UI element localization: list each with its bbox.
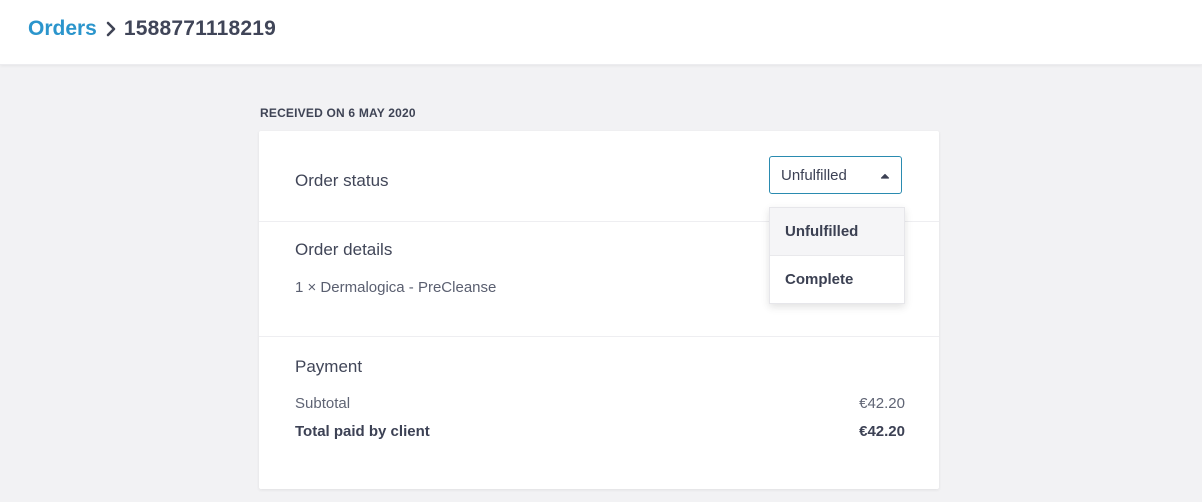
chevron-right-icon: [100, 17, 122, 41]
order-status-selected-value: Unfulfilled: [781, 166, 847, 184]
order-status-label: Order status: [295, 171, 389, 190]
top-bar: Orders 1588771118219: [0, 0, 1202, 65]
total-value: €42.20: [859, 423, 905, 440]
order-status-dropdown: Unfulfilled Complete: [769, 207, 905, 304]
total-label: Total paid by client: [295, 423, 430, 440]
breadcrumb-orders-link[interactable]: Orders: [28, 17, 97, 41]
payment-section: Payment Subtotal €42.20 Total paid by cl…: [259, 337, 939, 489]
payment-title: Payment: [295, 357, 363, 376]
order-details-title: Order details: [295, 240, 393, 259]
chevron-up-icon: [879, 169, 891, 181]
subtotal-label: Subtotal: [295, 395, 351, 412]
subtotal-value: €42.20: [859, 395, 905, 412]
order-line-item: 1 × Dermalogica - PreCleanse: [295, 279, 497, 296]
breadcrumb-order-id: 1588771118219: [123, 17, 276, 40]
order-status-select[interactable]: Unfulfilled: [769, 156, 902, 194]
total-row: Total paid by client €42.20: [295, 423, 905, 440]
subtotal-row: Subtotal €42.20: [295, 395, 905, 412]
status-option-unfulfilled[interactable]: Unfulfilled: [770, 208, 904, 255]
breadcrumb: Orders 1588771118219: [28, 17, 276, 41]
received-date-label: RECEIVED ON 6 MAY 2020: [260, 106, 416, 120]
status-option-complete[interactable]: Complete: [770, 255, 904, 303]
order-card: Order status Unfulfilled Unfulfilled Com…: [259, 131, 939, 489]
